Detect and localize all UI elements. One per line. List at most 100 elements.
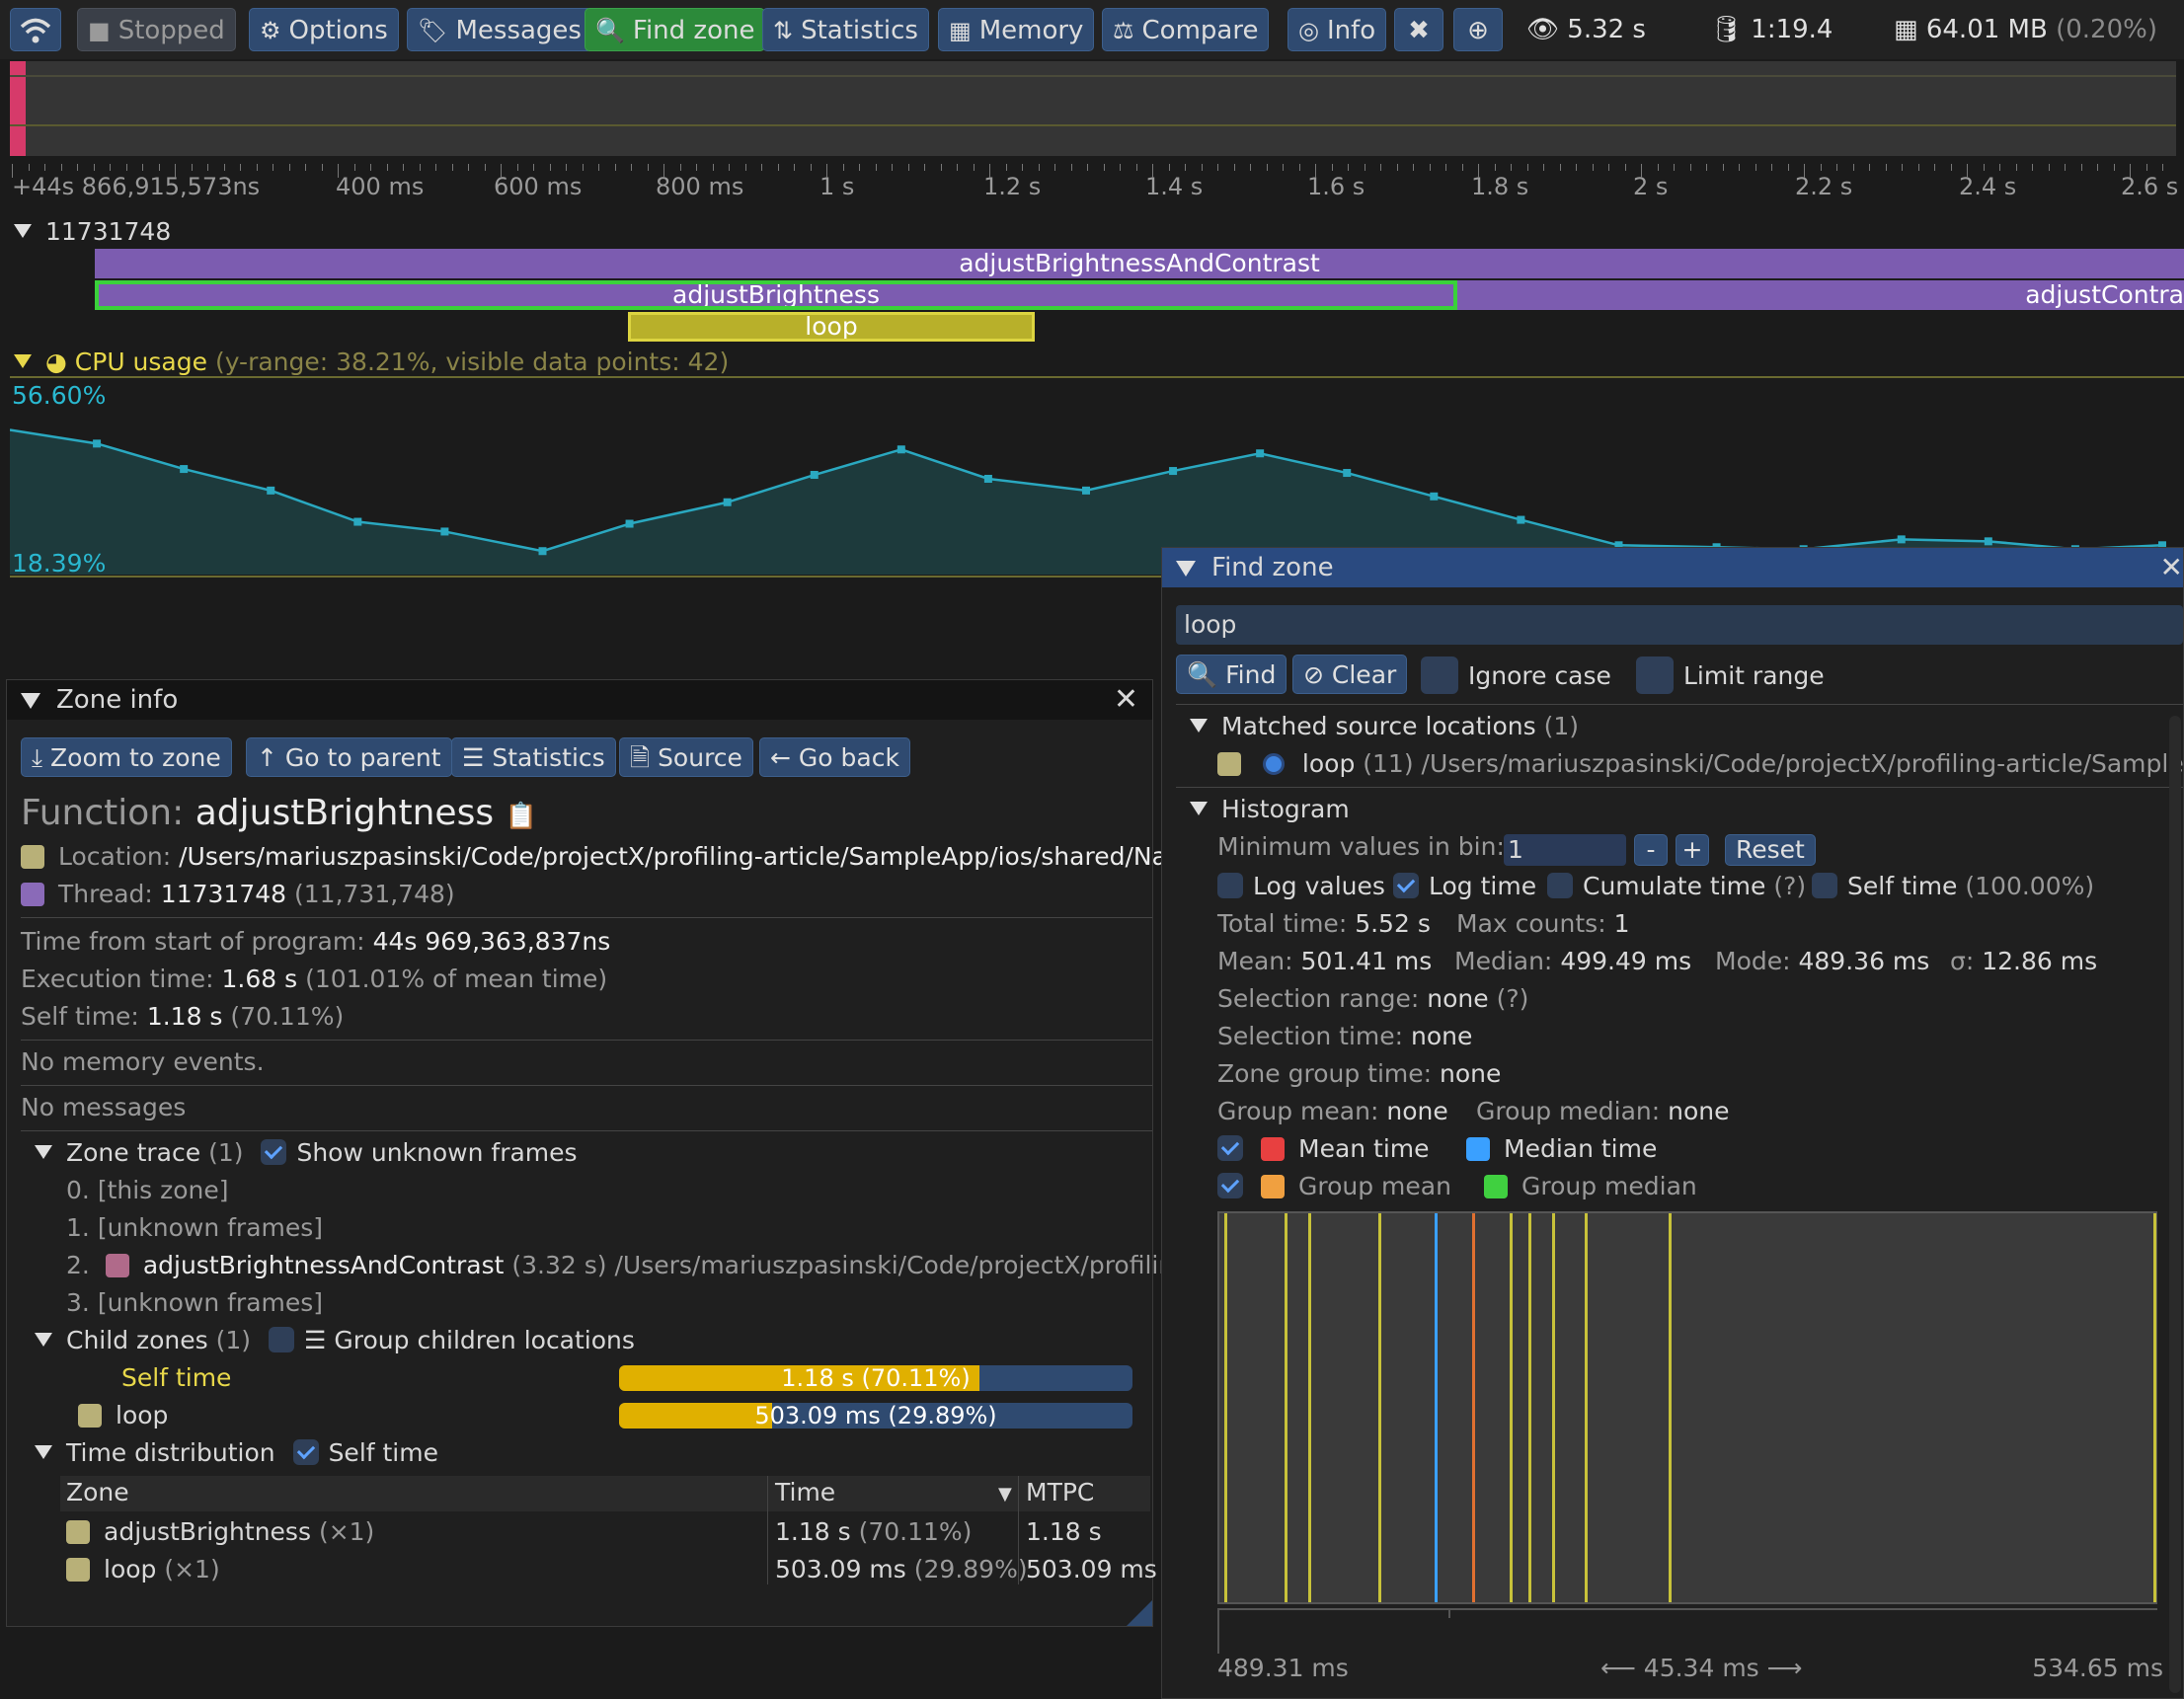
zone-loop[interactable]: loop (628, 312, 1035, 342)
zone-adjustBrightnessAndContrast[interactable]: adjustBrightnessAndContrast (95, 249, 2184, 278)
header-time[interactable]: Time (775, 1476, 835, 1509)
group-children-checkbox[interactable] (269, 1327, 295, 1352)
ruler-minor-tick (1298, 164, 1300, 171)
separator (21, 917, 1152, 918)
trace-item[interactable]: 2. adjustBrightnessAndContrast (3.32 s) … (66, 1249, 1199, 1282)
search-input[interactable]: loop (1176, 605, 2183, 645)
ignore-case-toggle[interactable]: Ignore case (1421, 656, 1611, 694)
self-time-checkbox[interactable] (1812, 873, 1837, 898)
min-values-input[interactable]: 1 (1504, 834, 1626, 866)
find-zone-title[interactable]: Find zone ✕ (1162, 548, 2183, 587)
zone-adjustContrast[interactable]: adjustContra (2024, 280, 2184, 310)
legend-mean[interactable]: Mean time (1217, 1132, 1430, 1166)
table-row[interactable]: adjustBrightness (×1) (66, 1515, 374, 1549)
zone-info-title[interactable]: Zone info ✕ (7, 680, 1152, 720)
ruler-minor-tick (1152, 164, 1153, 178)
ruler-minor-tick (1038, 164, 1040, 171)
histogram-header[interactable]: Histogram (1190, 793, 1350, 826)
tools-button[interactable]: ✖ (1394, 8, 1443, 51)
clipboard-icon[interactable]: 📋 (506, 802, 537, 831)
time-distribution-header[interactable]: Time distribution Self time (35, 1436, 438, 1470)
match-radio[interactable] (1262, 753, 1285, 775)
zoom-button[interactable]: ⊕ (1453, 8, 1503, 51)
connection-button[interactable] (10, 8, 61, 51)
self-time-toggle[interactable]: Self time (100.00%) (1812, 870, 2094, 903)
zone-trace-header[interactable]: Zone trace (1) Show unknown frames (35, 1136, 578, 1170)
ruler-minor-tick (240, 164, 241, 171)
increment-button[interactable]: + (1676, 834, 1709, 866)
trace-item[interactable]: 0. [this zone] (66, 1174, 229, 1207)
find-button[interactable]: 🔍 Find (1176, 655, 1287, 694)
statistics-button[interactable]: ⇅ Statistics (762, 8, 929, 51)
histogram-plot[interactable] (1217, 1211, 2157, 1604)
layers-icon: ☰ (304, 1326, 327, 1354)
find-zone-button[interactable]: 🔍 Find zone (585, 8, 766, 51)
close-icon[interactable]: ✕ (1114, 680, 1138, 720)
memory-button[interactable]: ▦ Memory (938, 8, 1095, 51)
source-button[interactable]: 🗎 Source (619, 737, 753, 777)
log-time-checkbox[interactable] (1393, 873, 1419, 898)
go-to-parent-button[interactable]: ↑ Go to parent (246, 737, 452, 777)
matched-header[interactable]: Matched source locations (1) (1190, 710, 1579, 743)
decrement-button[interactable]: - (1634, 834, 1668, 866)
ignore-case-checkbox[interactable] (1421, 656, 1458, 694)
child-zones-header[interactable]: Child zones (1) ☰ Group children locatio… (35, 1324, 635, 1357)
table-row[interactable]: loop (×1) (66, 1553, 220, 1586)
ruler-minor-tick (2065, 164, 2066, 171)
cpu-data-point (353, 517, 362, 526)
trace-item[interactable]: 1. [unknown frames] (66, 1211, 323, 1245)
limit-range-toggle[interactable]: Limit range (1636, 656, 1825, 694)
go-back-button[interactable]: ← Go back (759, 737, 910, 777)
cumulate-time-checkbox[interactable] (1547, 873, 1573, 898)
ruler-minor-tick (859, 164, 860, 171)
ruler-minor-tick (1526, 164, 1528, 171)
log-values-toggle[interactable]: Log values (1217, 870, 1385, 903)
ruler-minor-tick (1722, 164, 1724, 171)
ruler-minor-tick (794, 164, 795, 171)
zoom-to-zone-button[interactable]: ⤓ Zoom to zone (21, 737, 232, 777)
match-item[interactable]: loop (11) /Users/mariuszpasinski/Code/pr… (1217, 747, 2184, 781)
frame-graph[interactable] (10, 61, 2176, 156)
limit-range-checkbox[interactable] (1636, 656, 1674, 694)
header-mtpc[interactable]: MTPC (1026, 1476, 1094, 1509)
resize-grip[interactable] (1127, 1600, 1152, 1626)
ruler-minor-tick (907, 164, 909, 171)
close-icon[interactable]: ✕ (2160, 548, 2183, 587)
show-group-checkbox[interactable] (1217, 1173, 1243, 1198)
ruler-minor-tick (1739, 164, 1740, 171)
zone-adjustBrightness[interactable]: adjustBrightness (95, 280, 1457, 310)
legend-group-mean[interactable]: Group mean (1217, 1170, 1451, 1203)
ruler-minor-tick (1070, 164, 1072, 171)
trace-time: 🛢 1:19.4 (1710, 15, 1833, 44)
cumulate-time-toggle[interactable]: Cumulate time (?) (1547, 870, 1806, 903)
show-unknown-frames-checkbox[interactable] (261, 1139, 287, 1165)
cpu-usage-header[interactable]: ◕ CPU usage (y-range: 38.21%, visible da… (14, 346, 729, 379)
thread-header[interactable]: 11731748 (14, 215, 171, 249)
child-self-time-bar: 1.18 s (70.11%) (619, 1365, 1132, 1391)
show-mean-checkbox[interactable] (1217, 1135, 1243, 1161)
header-zone[interactable]: Zone (66, 1476, 129, 1509)
separator (1176, 704, 2183, 705)
child-loop[interactable]: loop (78, 1399, 168, 1432)
ruler-minor-tick (1478, 164, 1479, 178)
ruler-minor-tick (696, 164, 697, 171)
info-button[interactable]: ◎ Info (1287, 8, 1387, 51)
trace-item[interactable]: 3. [unknown frames] (66, 1286, 323, 1320)
cpu-data-point (1430, 492, 1439, 501)
location-path[interactable]: /Users/mariuszpasinski/Code/projectX/pro… (179, 842, 1198, 871)
compare-button[interactable]: ⚖ Compare (1102, 8, 1270, 51)
search-icon: 🔍 (595, 17, 625, 44)
reset-button[interactable]: Reset (1725, 834, 1816, 866)
zone-label: adjustBrightnessAndContrast (959, 249, 1320, 277)
messages-button[interactable]: 🏷 Messages (407, 8, 592, 51)
stopped-button[interactable]: ■ Stopped (77, 8, 236, 51)
no-memory-events: No memory events. (21, 1047, 265, 1076)
log-time-toggle[interactable]: Log time (1393, 870, 1536, 903)
statistics-button[interactable]: ☰ Statistics (451, 737, 616, 777)
time-dist-self-checkbox[interactable] (292, 1439, 319, 1465)
scrollbar[interactable] (2169, 716, 2181, 1693)
clear-button[interactable]: ⊘ Clear (1292, 655, 1408, 694)
options-button[interactable]: ⚙ Options (249, 8, 399, 51)
memory-chip-icon: ▦ (1894, 15, 1918, 44)
log-values-checkbox[interactable] (1217, 873, 1243, 898)
